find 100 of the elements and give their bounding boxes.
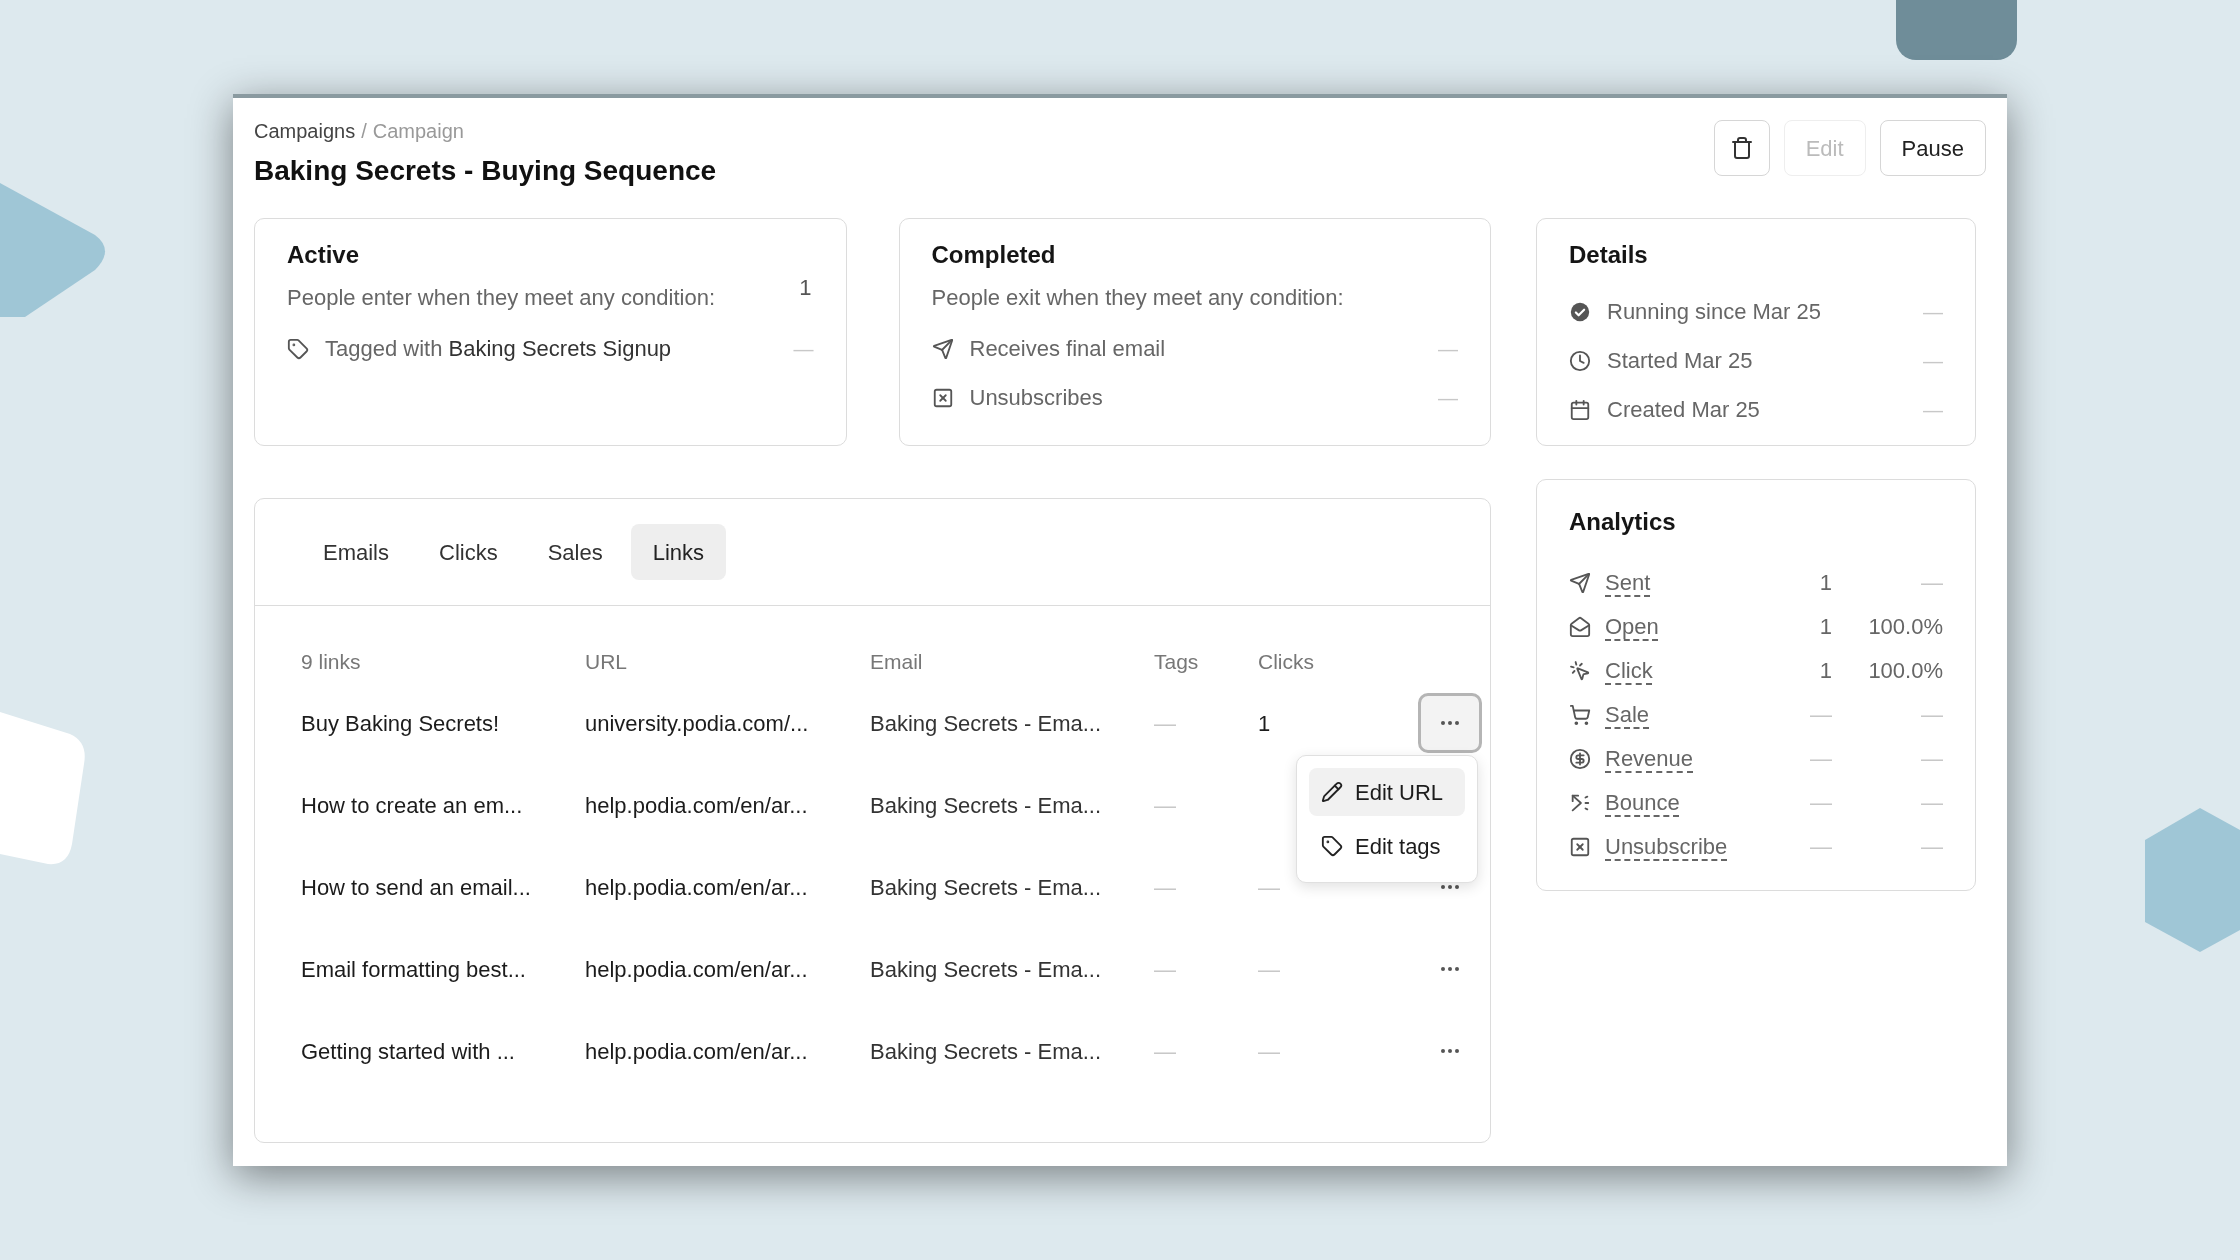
column-header: Clicks (1258, 649, 1315, 676)
metric-count: — (1809, 745, 1832, 773)
link-name-cell-text: How to send an email... (301, 873, 532, 902)
value-text: — (1923, 348, 1943, 374)
value-text: — (1438, 385, 1458, 411)
link-name-cell-text: Buy Baking Secrets! (301, 709, 501, 738)
metric-rate: — (1920, 569, 1943, 597)
value-text: — (1923, 397, 1943, 423)
email-cell-text: Baking Secrets - Ema... (870, 791, 1103, 820)
card-title: Completed (931, 240, 1057, 270)
link-name-cell-text: How to create an em... (301, 791, 524, 820)
square-x-icon (931, 386, 954, 409)
metric-count: — (1809, 701, 1832, 729)
card-title: Analytics (1569, 508, 1676, 535)
tab[interactable]: Links (630, 524, 727, 580)
clicks-cell: 1 (1258, 710, 1271, 736)
send-icon (1569, 571, 1591, 594)
clicks-cell: — (1258, 956, 1280, 982)
tags-cell-text: — (1154, 709, 1177, 738)
url-cell-text: university.podia.com/... (585, 709, 810, 738)
menu-item[interactable]: Edit URL (1309, 768, 1465, 816)
cursor-click-icon (1569, 659, 1591, 682)
url-cell-text: help.podia.com/en/ar... (585, 955, 809, 984)
metric-rate: 100.0% (1867, 657, 1943, 685)
tag-icon (287, 337, 309, 360)
email-cell-text: Baking Secrets - Ema... (870, 709, 1103, 738)
metric-count: 1 (1818, 657, 1832, 685)
clicks-cell: — (1258, 874, 1280, 900)
metric-rate: — (1920, 833, 1943, 861)
tags-cell-text: — (1154, 1037, 1177, 1066)
calendar-icon (1569, 398, 1591, 421)
value-text: — (1438, 336, 1458, 362)
menu-item[interactable]: Edit tags (1309, 822, 1465, 870)
metric-rate: — (1920, 701, 1943, 729)
url-cell-text: help.podia.com/en/ar... (585, 1037, 809, 1066)
tags-cell-text: — (1154, 873, 1177, 902)
card-title: Details (1569, 241, 1648, 268)
metric-link[interactable]: Sale (1605, 702, 1650, 727)
column-header: 9 links (301, 649, 362, 676)
ellipsis-icon (1441, 721, 1459, 725)
breadcrumb-link[interactable]: Campaigns (254, 116, 356, 146)
clicks-cell: — (1258, 1038, 1280, 1064)
metric-link[interactable]: Unsubscribe (1605, 834, 1728, 859)
email-cell-text: Baking Secrets - Ema... (870, 1037, 1103, 1066)
metric-link[interactable]: Revenue (1605, 746, 1694, 771)
ellipsis-icon (1441, 967, 1459, 971)
count-text: 1 (799, 274, 812, 302)
detail-text: Created Mar 25 (1607, 396, 1761, 424)
breadcrumb-separator: / (361, 119, 367, 144)
card-subtitle: People enter when they meet any condition: (287, 284, 716, 312)
metric-count: 1 (1818, 613, 1832, 641)
email-cell-text: Baking Secrets - Ema... (870, 955, 1103, 984)
email-cell-text: Baking Secrets - Ema... (870, 873, 1103, 902)
open-envelope-icon (1569, 615, 1591, 638)
condition-text: Tagged with Baking Secrets Signup (325, 335, 673, 363)
tag-icon (1321, 835, 1343, 857)
ellipsis-icon (1441, 1049, 1459, 1053)
tags-cell-text: — (1154, 955, 1177, 984)
value-text: — (793, 336, 814, 362)
trash-icon (1729, 136, 1754, 160)
card-title: Active (287, 240, 361, 270)
metric-link[interactable]: Open (1605, 614, 1659, 639)
pencil-icon (1321, 781, 1343, 803)
url-cell-text: help.podia.com/en/ar... (585, 873, 809, 902)
metric-count: 1 (1818, 569, 1832, 597)
tab[interactable]: Clicks (417, 524, 520, 580)
delete-button[interactable] (1713, 120, 1770, 176)
metric-rate: — (1920, 789, 1943, 817)
value-text: — (1923, 299, 1943, 325)
column-header: Tags (1154, 649, 1200, 676)
ellipsis-icon (1441, 885, 1459, 889)
send-icon (931, 337, 954, 360)
condition-text: Unsubscribes (969, 384, 1104, 412)
metric-link[interactable]: Bounce (1605, 790, 1680, 815)
tab[interactable]: Sales (525, 524, 625, 580)
metric-count: — (1809, 789, 1832, 817)
detail-text: Running since Mar 25 (1607, 298, 1822, 326)
card-subtitle: People exit when they meet any condition: (931, 284, 1344, 312)
detail-text: Started Mar 25 (1607, 347, 1754, 375)
column-header: URL (585, 649, 628, 676)
tags-cell-text: — (1154, 791, 1177, 820)
column-header: Email (870, 649, 924, 676)
more-actions-button[interactable] (1418, 693, 1482, 753)
link-name-cell-text: Email formatting best... (301, 955, 527, 984)
metric-rate: — (1920, 745, 1943, 773)
dollar-icon (1569, 747, 1591, 770)
metric-rate: 100.0% (1867, 613, 1943, 641)
link-name-cell-text: Getting started with ... (301, 1037, 516, 1066)
clock-icon (1569, 349, 1591, 372)
metric-count: — (1809, 833, 1832, 861)
metric-link[interactable]: Click (1605, 658, 1653, 683)
condition-text: Receives final email (969, 335, 1167, 363)
check-circle-icon (1569, 300, 1591, 323)
url-cell-text: help.podia.com/en/ar... (585, 791, 809, 820)
page-title: Baking Secrets - Buying Sequence (254, 154, 717, 188)
metric-link[interactable]: Sent (1605, 570, 1651, 595)
header-button[interactable]: Pause (1879, 120, 1986, 176)
cart-icon (1569, 703, 1591, 726)
tab[interactable]: Emails (301, 524, 411, 580)
square-x-icon (1569, 835, 1591, 858)
